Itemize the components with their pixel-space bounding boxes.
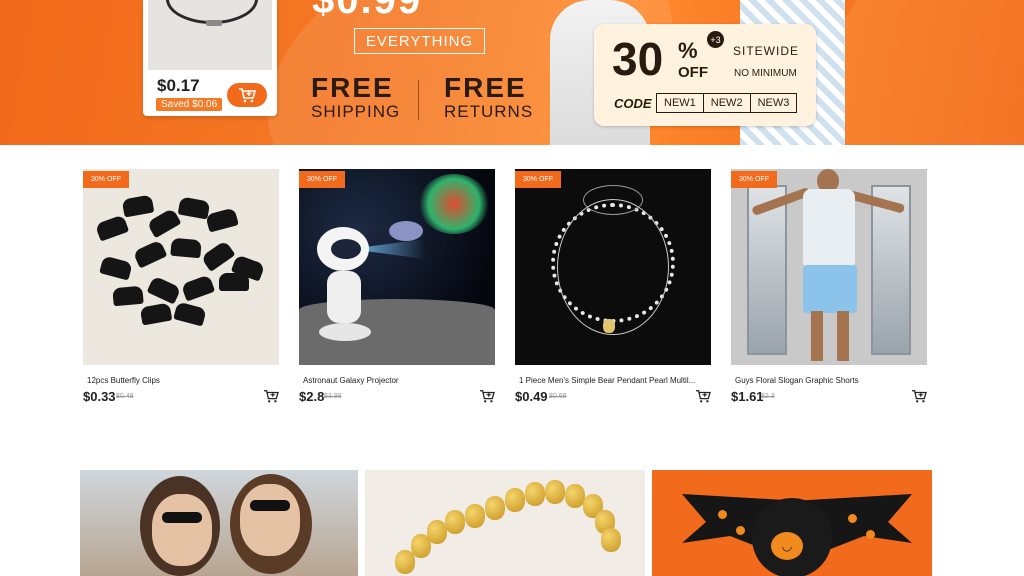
- product-name[interactable]: Astronaut Galaxy Projector: [303, 376, 488, 385]
- banner-divider: [418, 80, 419, 120]
- add-to-cart-icon[interactable]: [263, 389, 279, 403]
- featured-product-price: $0.17: [157, 76, 200, 95]
- sitewide-label: SITEWIDE: [733, 44, 800, 58]
- free-shipping-subtitle: SHIPPING: [311, 102, 401, 121]
- add-to-cart-icon: [239, 88, 256, 103]
- discount-percent: 30: [612, 33, 664, 85]
- featured-product-image: [148, 0, 272, 70]
- product-image[interactable]: [83, 169, 279, 365]
- product-price: $0.33: [83, 389, 116, 404]
- add-to-cart-icon[interactable]: [479, 389, 495, 403]
- coupon-card[interactable]: 30 % OFF +3 SITEWIDE NO MINIMUM CODE NEW…: [594, 24, 816, 126]
- free-shipping-title: FREE: [311, 72, 394, 103]
- add-to-cart-icon[interactable]: [911, 389, 927, 403]
- pumpkin-icon: ◡: [771, 532, 803, 560]
- add-to-cart-icon[interactable]: [695, 389, 711, 403]
- product-image[interactable]: [731, 169, 927, 365]
- original-price: $0.69: [549, 393, 567, 400]
- product-card[interactable]: 30% OFF 1 Piece Men's Simple Bear Pendan…: [515, 169, 711, 409]
- discount-badge: 30% OFF: [515, 171, 561, 188]
- code-label: CODE: [614, 96, 652, 111]
- discount-badge: 30% OFF: [83, 171, 129, 188]
- product-card[interactable]: 30% OFF Astronaut Galaxy Projector $2.8 …: [299, 169, 495, 409]
- shop-page: $0.17 Saved $0.06 $0.99 EVERYTHING FREE …: [0, 0, 1024, 576]
- discount-badge: 30% OFF: [299, 171, 345, 188]
- product-price: $2.8: [299, 389, 325, 404]
- product-price: $0.49: [515, 389, 548, 404]
- original-price: $2.3: [761, 393, 775, 400]
- coupon-code[interactable]: NEW1: [657, 94, 704, 112]
- original-price: $0.48: [116, 393, 134, 400]
- coupon-code[interactable]: NEW2: [704, 94, 751, 112]
- coupon-code[interactable]: NEW3: [751, 94, 797, 112]
- original-price: $3.99: [324, 393, 342, 400]
- product-name[interactable]: 1 Piece Men's Simple Bear Pendant Pearl …: [519, 376, 704, 385]
- discount-badge: 30% OFF: [731, 171, 777, 188]
- featured-product-saved-badge: Saved $0.06: [156, 98, 223, 111]
- product-card[interactable]: 30% OFF 12pcs Butterfly Clips $0.33 $0.4…: [83, 169, 279, 409]
- product-card[interactable]: 30% OFF Guys Floral Slogan Graphic Short…: [731, 169, 927, 409]
- product-name[interactable]: Guys Floral Slogan Graphic Shorts: [735, 376, 920, 385]
- free-returns-title: FREE: [444, 72, 527, 103]
- product-price: $1.61: [731, 389, 764, 404]
- free-returns-subtitle: RETURNS: [444, 102, 534, 121]
- coupon-codes: NEW1 NEW2 NEW3: [656, 93, 798, 113]
- category-tile-jewelry[interactable]: [365, 470, 645, 576]
- promo-banner[interactable]: $0.17 Saved $0.06 $0.99 EVERYTHING FREE …: [0, 0, 1024, 145]
- everything-label: EVERYTHING: [354, 28, 485, 54]
- off-label: OFF: [678, 64, 708, 81]
- product-image[interactable]: [515, 169, 711, 365]
- product-image[interactable]: [299, 169, 495, 365]
- product-name[interactable]: 12pcs Butterfly Clips: [87, 376, 272, 385]
- category-tile-halloween[interactable]: ◡: [652, 470, 932, 576]
- no-minimum-label: NO MINIMUM: [734, 68, 797, 79]
- percent-sign: %: [678, 38, 698, 63]
- banner-headline: $0.99: [312, 0, 423, 22]
- category-tile-fashion[interactable]: [80, 470, 358, 576]
- featured-add-to-cart-button[interactable]: [227, 83, 267, 107]
- extra-badge: +3: [707, 31, 724, 48]
